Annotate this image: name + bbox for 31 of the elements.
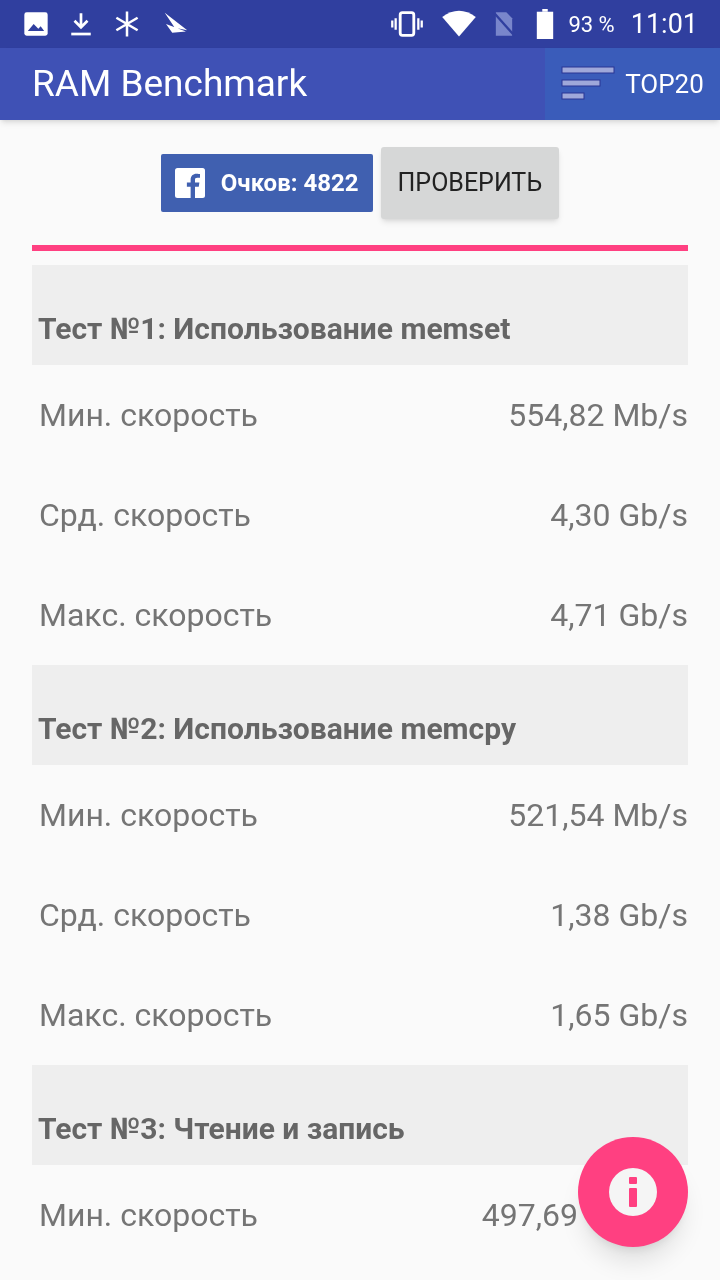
check-button[interactable]: ПРОВЕРИТЬ <box>380 147 560 219</box>
metric-label: Макс. скорость <box>39 595 273 636</box>
clock: 11:01 <box>630 6 698 42</box>
section-title: Тест №1: Использование memset <box>38 310 511 348</box>
metric-label: Мин. скорость <box>39 795 258 836</box>
vibrate-icon <box>390 10 425 38</box>
metric-label: Срд. скорость <box>39 495 251 536</box>
wifi-icon <box>442 10 477 38</box>
section-title: Тест №2: Использование memcpy <box>38 710 517 748</box>
top20-button[interactable]: TOP20 <box>545 48 720 120</box>
metric-value: 4,30 Gb/s <box>550 495 688 536</box>
sort-icon <box>561 66 616 102</box>
metric-value: 1,38 Gb/s <box>550 895 688 936</box>
metric-value: 4,71 Gb/s <box>550 595 688 636</box>
image-icon <box>22 10 50 38</box>
metric-value: 554,82 Mb/s <box>508 395 688 436</box>
metric-label: Макс. скорость <box>39 995 273 1036</box>
battery-icon <box>536 9 555 39</box>
metric-value: 1,65 Gb/s <box>550 995 688 1036</box>
facebook-score-button[interactable]: Очков: 4822 <box>160 154 373 212</box>
battery-percent: 93 % <box>568 10 615 39</box>
app-title: RAM Benchmark <box>32 61 309 108</box>
facebook-icon <box>174 168 205 198</box>
metric-value: 521,54 Mb/s <box>508 795 688 836</box>
metric-label: Мин. скорость <box>39 1195 258 1236</box>
metric-label: Мин. скорость <box>39 395 258 436</box>
download-icon <box>68 10 94 38</box>
section-title: Тест №3: Чтение и запись <box>38 1110 405 1148</box>
info-icon <box>609 1168 657 1216</box>
metric-value: 497,69 <box>481 1195 578 1236</box>
metric-label: Срд. скорость <box>39 895 251 936</box>
